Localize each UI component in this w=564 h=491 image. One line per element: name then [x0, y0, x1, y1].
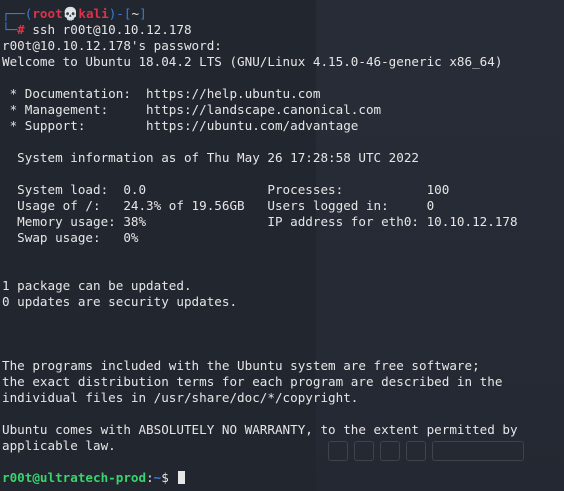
- security-update-line: 0 updates are security updates.: [2, 294, 238, 309]
- prompt-line-top: ┌──(root💀kali)-[~]: [2, 6, 564, 22]
- password-prompt: r00t@10.10.12.178's password:: [2, 38, 222, 53]
- remote-prompt-line[interactable]: r00t@ultratech-prod:~$: [2, 470, 564, 486]
- skull-icon: 💀: [62, 6, 79, 21]
- prompt-hash: #: [17, 22, 25, 37]
- system-info-header: System information as of Thu May 26 17:2…: [2, 150, 420, 165]
- terminal-window[interactable]: ┌──(root💀kali)-[~] └─# ssh r00t@10.10.12…: [0, 0, 564, 491]
- text-cursor[interactable]: [178, 471, 186, 484]
- warranty-line-1: Ubuntu comes with ABSOLUTELY NO WARRANTY…: [2, 422, 518, 437]
- management-line: * Management: https://landscape.canonica…: [2, 102, 382, 117]
- remote-userhost: r00t@ultratech-prod: [2, 470, 147, 485]
- package-update-line: 1 package can be updated.: [2, 278, 192, 293]
- prompt-host: kali: [78, 6, 109, 21]
- license-line-3: individual files in /usr/share/doc/*/cop…: [2, 390, 359, 405]
- prompt-bracket-mid: )-[: [108, 6, 132, 21]
- prompt-line-command: └─# ssh r00t@10.10.12.178: [2, 22, 564, 38]
- terminal-output: ┌──(root💀kali)-[~] └─# ssh r00t@10.10.12…: [2, 6, 564, 486]
- memory-usage-row: Memory usage: 38% IP address for eth0: 1…: [2, 214, 518, 229]
- remote-dollar: $: [161, 470, 177, 485]
- ssh-command: ssh r00t@10.10.12.178: [24, 22, 192, 37]
- license-line-1: The programs included with the Ubuntu sy…: [2, 358, 480, 373]
- disk-usage-row: Usage of /: 24.3% of 19.56GB Users logge…: [2, 198, 435, 213]
- documentation-line: * Documentation: https://help.ubuntu.com: [2, 86, 321, 101]
- welcome-message: Welcome to Ubuntu 18.04.2 LTS (GNU/Linux…: [2, 54, 503, 69]
- prompt-corner-top: ┌──(: [2, 6, 33, 21]
- swap-usage-row: Swap usage: 0%: [2, 230, 139, 245]
- prompt-dir: ~: [131, 6, 140, 21]
- prompt-user: root: [32, 6, 63, 21]
- prompt-bracket-end: ]: [139, 6, 147, 21]
- warranty-line-2: applicable law.: [2, 438, 116, 453]
- remote-colon: :: [146, 470, 154, 485]
- system-load-row: System load: 0.0 Processes: 100: [2, 182, 450, 197]
- support-line: * Support: https://ubuntu.com/advantage: [2, 118, 359, 133]
- license-line-2: the exact distribution terms for each pr…: [2, 374, 503, 389]
- prompt-corner-bottom: └─: [2, 22, 18, 37]
